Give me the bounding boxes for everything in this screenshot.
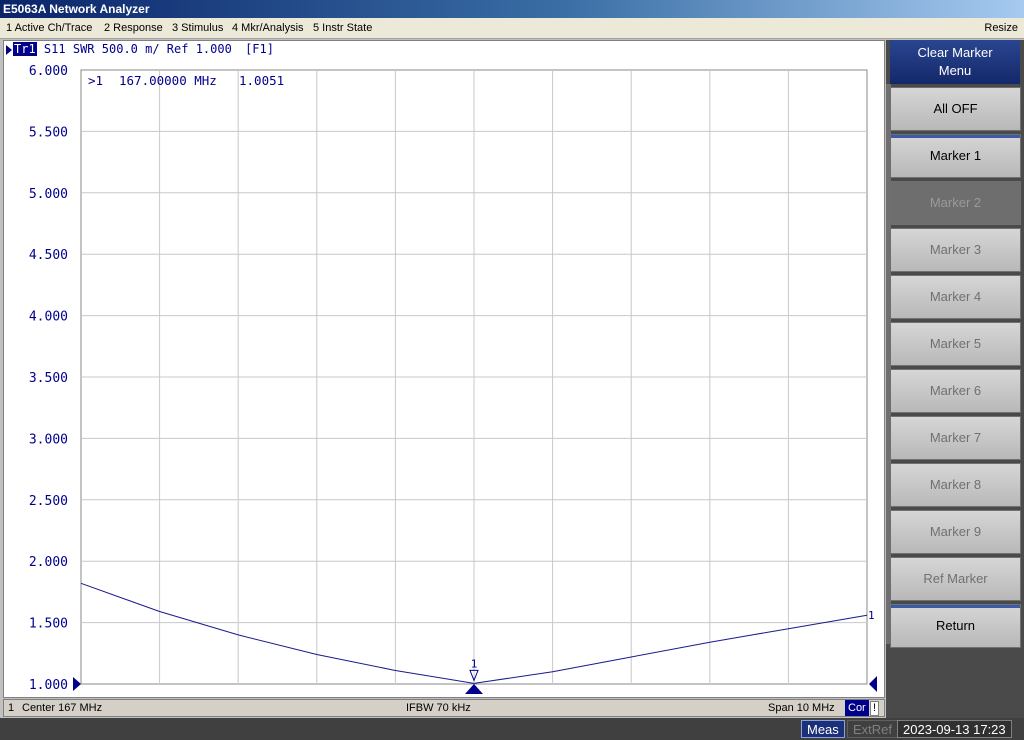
softkey-marker-1[interactable]: Marker 1: [890, 134, 1021, 178]
softkey-marker-7[interactable]: Marker 7: [890, 416, 1021, 460]
softkey-title-line1: Clear Marker: [917, 45, 993, 60]
softkey-marker-8[interactable]: Marker 8: [890, 463, 1021, 507]
channel-status-bar: 1 Center 167 MHz IFBW 70 kHz Span 10 MHz…: [3, 699, 885, 717]
softkey-return-label: Return: [935, 618, 976, 633]
meas-indicator: Meas: [801, 720, 845, 738]
y-tick-label: 4.000: [29, 310, 68, 325]
y-tick-label: 2.500: [29, 494, 68, 509]
marker-readout-id: >1: [88, 73, 103, 88]
softkey-marker-9[interactable]: Marker 9: [890, 510, 1021, 554]
softkey-return[interactable]: Return: [890, 604, 1021, 648]
trace-scale: 500.0 m/: [101, 42, 160, 56]
marker-1-stimulus-triangle-icon: [465, 684, 483, 694]
extref-indicator: ExtRef: [847, 720, 899, 738]
chart-grid: [80, 69, 868, 685]
channel-number: 1: [8, 702, 15, 714]
trace-format: SWR: [72, 42, 95, 56]
center-frequency[interactable]: Center 167 MHz: [22, 700, 102, 716]
softkey-marker-4[interactable]: Marker 4: [890, 275, 1021, 319]
ifbw[interactable]: IFBW 70 kHz: [406, 700, 471, 716]
trace-tag: [F1]: [245, 42, 274, 56]
trace-header[interactable]: Tr1 S11 SWR 500.0 m/ Ref 1.000 [F1]: [3, 41, 274, 57]
reference-right-arrow-icon: [869, 676, 877, 692]
warning-indicator: !: [870, 701, 880, 716]
softkey-marker-3[interactable]: Marker 3: [890, 228, 1021, 272]
y-axis-ticks: 6.000 5.500 5.000 4.500 4.000 3.500 3.000 2.500…: [29, 64, 68, 693]
softkey-ref-marker[interactable]: Ref Marker: [890, 557, 1021, 601]
y-tick-label: 4.500: [29, 248, 68, 263]
trace-end-label: 1: [868, 609, 875, 622]
trace-param: S11: [43, 42, 66, 56]
y-tick-label: 6.000: [29, 64, 68, 79]
y-tick-label: 1.500: [29, 617, 68, 632]
softkey-menu-title: Clear Marker Menu: [890, 40, 1020, 84]
marker-readout-value: 1.0051: [239, 73, 284, 88]
bottom-status-bar: Meas ExtRef 2023-09-13 17:23: [0, 718, 1024, 740]
softkey-marker-5[interactable]: Marker 5: [890, 322, 1021, 366]
y-tick-label: 3.500: [29, 371, 68, 386]
softkey-title-line2: Menu: [938, 63, 972, 78]
y-tick-label: 2.000: [29, 555, 68, 570]
datetime: 2023-09-13 17:23: [897, 720, 1012, 738]
y-tick-label: 5.000: [29, 187, 68, 202]
trace-ref: Ref 1.000: [166, 42, 232, 56]
softkey-scroll-strip: [886, 84, 891, 644]
y-tick-label: 1.000: [29, 678, 68, 693]
softkey-accent: [891, 135, 1020, 138]
y-tick-label: 3.000: [29, 432, 68, 447]
marker-readout-freq: 167.00000 MHz: [119, 73, 217, 88]
marker-1-label: 1: [471, 657, 478, 670]
correction-badge: Cor: [845, 700, 869, 716]
softkey-marker-1-label: Marker 1: [929, 148, 982, 163]
active-trace-arrow-icon: [6, 44, 12, 55]
softkey-panel: Clear Marker Menu All OFF Marker 1 Marke…: [886, 40, 1024, 718]
softkey-marker-2[interactable]: Marker 2: [890, 181, 1021, 225]
softkey-all-off[interactable]: All OFF: [890, 87, 1021, 131]
trace-id: Tr1: [13, 42, 37, 56]
y-tick-label: 5.500: [29, 125, 68, 140]
span-frequency[interactable]: Span 10 MHz: [768, 700, 835, 716]
softkey-accent: [891, 605, 1020, 608]
softkey-marker-6[interactable]: Marker 6: [890, 369, 1021, 413]
reference-left-arrow-icon: [73, 677, 81, 691]
swr-chart: 6.000 5.500 5.000 4.500 4.000 3.500 3.000 2.500…: [29, 64, 877, 694]
